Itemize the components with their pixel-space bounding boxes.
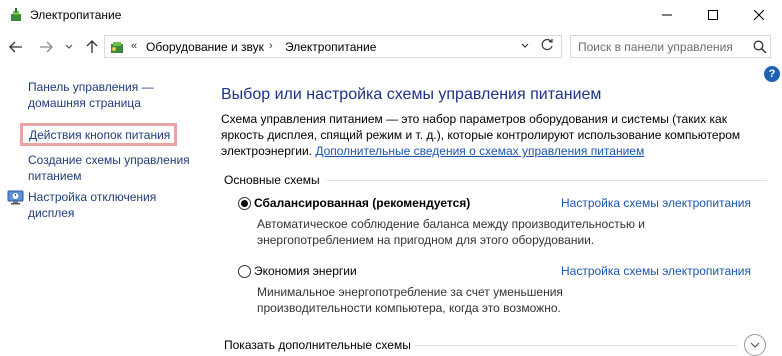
maximize-button[interactable] bbox=[690, 0, 736, 30]
forward-button[interactable] bbox=[36, 38, 56, 56]
sidebar-item-create-plan[interactable]: Создание схемы управления питанием bbox=[28, 152, 198, 184]
refresh-button[interactable] bbox=[541, 38, 554, 54]
chevron-down-icon bbox=[65, 44, 73, 49]
address-dropdown-button[interactable] bbox=[521, 41, 529, 51]
back-button[interactable] bbox=[6, 38, 26, 56]
power-options-icon bbox=[11, 8, 21, 21]
plan-balanced-description: Автоматическое соблюдение баланса между … bbox=[257, 217, 646, 247]
plan-power-saver-radio[interactable] bbox=[238, 265, 251, 278]
arrow-right-icon bbox=[40, 41, 53, 53]
plan-power-saver-label[interactable]: Экономия энергии bbox=[254, 264, 357, 278]
recent-locations-button[interactable] bbox=[62, 38, 76, 56]
breadcrumb-hardware-sound[interactable]: Оборудование и звук bbox=[146, 40, 264, 54]
search-input[interactable] bbox=[571, 36, 749, 57]
window-title: Электропитание bbox=[30, 8, 122, 22]
chevron-down-icon bbox=[521, 43, 529, 48]
maximize-icon bbox=[708, 10, 718, 20]
sidebar-item-display-off[interactable]: Настройка отключения дисплея bbox=[28, 189, 198, 221]
control-panel-icon bbox=[111, 42, 123, 53]
plan-balanced-settings-link[interactable]: Настройка схемы электропитания bbox=[561, 196, 751, 210]
divider bbox=[327, 180, 767, 181]
minimize-button[interactable] bbox=[644, 0, 690, 30]
refresh-icon bbox=[541, 38, 553, 51]
title-bar: Электропитание bbox=[0, 0, 782, 30]
chevron-down-icon bbox=[750, 342, 760, 348]
page-description: Схема управления питанием — это набор па… bbox=[221, 111, 741, 159]
sidebar-item-power-buttons[interactable]: Действия кнопок питания bbox=[29, 127, 170, 143]
navigation-bar: « Оборудование и звук › Электропитание bbox=[0, 30, 782, 64]
search-icon[interactable] bbox=[753, 40, 767, 54]
help-icon[interactable]: ? bbox=[764, 66, 780, 82]
expand-more-plans-button[interactable] bbox=[744, 334, 766, 356]
close-icon bbox=[754, 10, 764, 20]
plan-balanced-label[interactable]: Сбалансированная (рекомендуется) bbox=[254, 196, 470, 210]
plan-power-saver-settings-link[interactable]: Настройка схемы электропитания bbox=[561, 264, 751, 278]
breadcrumb-power-options[interactable]: Электропитание bbox=[285, 40, 376, 54]
arrow-left-icon bbox=[9, 41, 22, 53]
close-button[interactable] bbox=[736, 0, 782, 30]
more-info-link[interactable]: Дополнительные сведения о схемах управле… bbox=[315, 144, 644, 158]
search-box[interactable] bbox=[570, 35, 771, 58]
group-label: Основные схемы bbox=[224, 173, 320, 187]
show-more-plans-label[interactable]: Показать дополнительные схемы bbox=[224, 338, 411, 352]
sidebar-item-home[interactable]: Панель управления — домашняя страница bbox=[28, 79, 178, 111]
arrow-up-icon bbox=[86, 40, 98, 53]
plan-power-saver-description: Минимальное энергопотребление за счет ум… bbox=[257, 285, 563, 315]
minimize-icon bbox=[662, 14, 672, 16]
page-title: Выбор или настройка схемы управления пит… bbox=[221, 86, 602, 103]
divider bbox=[415, 345, 737, 346]
plan-balanced-radio[interactable] bbox=[238, 197, 251, 210]
address-bar[interactable]: « Оборудование и звук › Электропитание bbox=[104, 35, 562, 58]
breadcrumb-overflow[interactable]: « bbox=[131, 40, 137, 52]
power-settings-icon bbox=[7, 190, 24, 205]
breadcrumb-separator[interactable]: › bbox=[269, 40, 273, 52]
up-button[interactable] bbox=[82, 38, 102, 56]
